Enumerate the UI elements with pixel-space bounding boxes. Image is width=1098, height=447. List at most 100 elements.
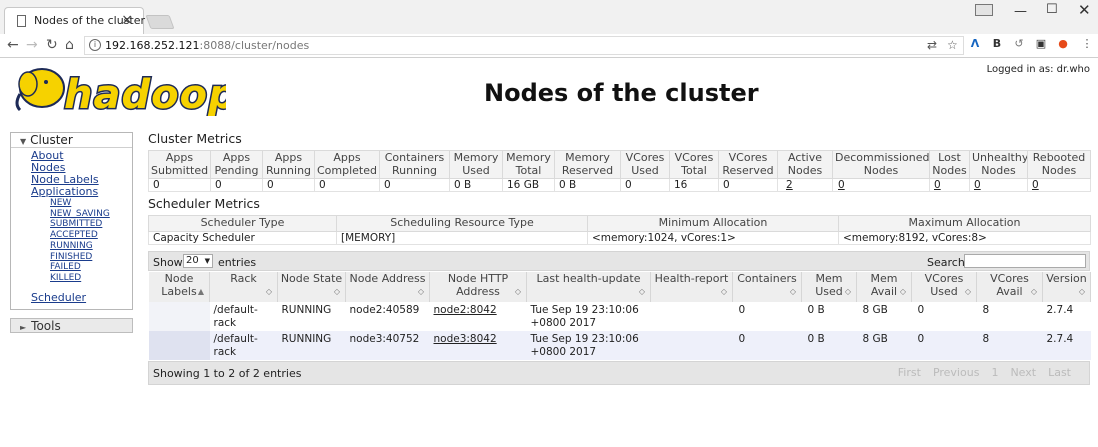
extension-a-icon[interactable]: Λ	[968, 37, 982, 51]
browser-toolbar: ← → ↻ ⌂ i 192.168.252.121:8088/cluster/n…	[0, 34, 1098, 58]
close-window-icon[interactable]: ✕	[1078, 1, 1091, 19]
table-cell	[148, 331, 210, 360]
sidebar-app-state-killed[interactable]: KILLED	[50, 273, 132, 284]
column-header-node-state[interactable]: Node State ◇	[277, 272, 346, 302]
page-size-select[interactable]: 20 ▼	[183, 254, 213, 268]
column-header-mem-used[interactable]: Mem Used ◇	[801, 272, 857, 302]
user-profile-icon[interactable]	[975, 4, 993, 16]
logo-wordmark: hadoop	[64, 72, 226, 116]
metric-value: 0 B	[449, 178, 503, 192]
sidebar-app-state-submitted[interactable]: SUBMITTED	[50, 219, 132, 230]
table-row: /default-rack RUNNING node3:40752 node3:804…	[148, 331, 1091, 360]
browser-menu-icon[interactable]: ⋮	[1080, 37, 1094, 51]
maximize-icon[interactable]: ☐	[1046, 2, 1058, 17]
translate-icon[interactable]: ⇄	[927, 38, 937, 52]
column-header-node-labels[interactable]: Node Labels ▲	[148, 272, 210, 302]
table-cell: 0	[911, 302, 977, 331]
pager-previous[interactable]: Previous	[933, 366, 980, 379]
sort-icon: ◇	[899, 286, 906, 296]
sort-icon: ◇	[1030, 286, 1037, 296]
new-tab-button[interactable]	[145, 15, 175, 29]
table-cell: 8 GB	[856, 331, 912, 360]
table-cell: 2.7.4	[1042, 302, 1091, 331]
sidebar-app-state-new-saving[interactable]: NEW_SAVING	[50, 209, 132, 220]
extension-fox-icon[interactable]: ●	[1056, 37, 1070, 51]
table-cell: Tue Sep 19 23:10:06 +0800 2017	[526, 331, 651, 360]
node-http-link[interactable]: node3:8042	[434, 333, 497, 345]
metric-value: 0	[1027, 178, 1091, 192]
column-header-version[interactable]: Version ◇	[1042, 272, 1091, 302]
metric-value-link[interactable]: 0	[934, 180, 941, 191]
scheduler-value: <memory:1024, vCores:1>	[587, 230, 839, 245]
column-header-vcores-avail[interactable]: VCores Avail ◇	[976, 272, 1043, 302]
metric-value-link[interactable]: 0	[1032, 180, 1039, 191]
column-header-health-report[interactable]: Health-report ◇	[650, 272, 733, 302]
pager-last[interactable]: Last	[1048, 366, 1071, 379]
metric-value: 2	[777, 178, 833, 192]
column-header-last-health-update[interactable]: Last health-update ◇	[526, 272, 651, 302]
node-http-link[interactable]: node2:8042	[434, 304, 497, 316]
close-tab-icon[interactable]: ×	[121, 12, 133, 28]
page-title: Nodes of the cluster	[484, 79, 759, 107]
pager-1[interactable]: 1	[991, 366, 998, 379]
metric-value-link[interactable]: 0	[838, 180, 845, 191]
column-header-node-http-address[interactable]: Node HTTP Address ◇	[429, 272, 527, 302]
metric-header: Unhealthy Nodes	[969, 150, 1028, 179]
bookmark-star-icon[interactable]: ☆	[947, 38, 958, 52]
sidebar-app-state-accepted[interactable]: ACCEPTED	[50, 230, 132, 241]
sidebar-link-applications[interactable]: Applications	[31, 186, 132, 198]
home-icon[interactable]: ⌂	[65, 37, 74, 53]
sidebar-link-scheduler[interactable]: Scheduler	[31, 291, 132, 304]
sort-icon: ◇	[417, 286, 424, 296]
table-cell	[650, 302, 733, 331]
sidebar-app-state-finished[interactable]: FINISHED	[50, 252, 132, 263]
table-cell: node3:40752	[345, 331, 430, 360]
sidebar-cluster-header[interactable]: ▼ Cluster	[11, 133, 132, 148]
scheduler-header: Maximum Allocation	[838, 215, 1091, 232]
forward-icon[interactable]: →	[26, 37, 38, 53]
column-header-node-address[interactable]: Node Address ◇	[345, 272, 430, 302]
metric-value: 0	[929, 178, 970, 192]
table-cell	[148, 302, 210, 331]
column-header-vcores-used[interactable]: VCores Used ◇	[911, 272, 977, 302]
triangle-right-icon: ►	[20, 323, 27, 332]
metric-value: 0	[314, 178, 380, 192]
metric-value: 0	[832, 178, 930, 192]
sidebar-app-state-new[interactable]: NEW	[50, 198, 132, 209]
metric-value-link[interactable]: 2	[786, 180, 793, 191]
info-icon[interactable]: i	[89, 39, 101, 51]
address-bar[interactable]: i 192.168.252.121:8088/cluster/nodes ⇄ ☆	[84, 36, 964, 55]
pager-first[interactable]: First	[898, 366, 921, 379]
cluster-metrics-table: Apps Submitted Apps Pending Apps Running Apps C…	[148, 150, 1091, 192]
pager-next[interactable]: Next	[1010, 366, 1036, 379]
column-header-rack[interactable]: Rack ◇	[209, 272, 278, 302]
sidebar-app-state-running[interactable]: RUNNING	[50, 241, 132, 252]
sidebar-app-state-failed[interactable]: FAILED	[50, 262, 132, 273]
table-cell: 8	[976, 302, 1043, 331]
metric-value: 0	[969, 178, 1028, 192]
table-cell: 0	[732, 302, 802, 331]
extension-b-icon[interactable]: B	[990, 37, 1004, 51]
extension-screen-icon[interactable]: ▣	[1034, 37, 1048, 51]
column-header-containers[interactable]: Containers ◇	[732, 272, 802, 302]
search-input[interactable]	[964, 254, 1086, 268]
sidebar-tools-header[interactable]: ► Tools	[10, 318, 133, 333]
metric-header: Lost Nodes	[929, 150, 970, 179]
metric-header: Decommissioned Nodes	[832, 150, 930, 179]
minimize-icon[interactable]: —	[1014, 4, 1027, 19]
reload-icon[interactable]: ↻	[46, 37, 58, 53]
back-icon[interactable]: ←	[7, 37, 19, 53]
hadoop-logo[interactable]: hadoop	[12, 64, 238, 120]
table-cell	[650, 331, 733, 360]
table-row: /default-rack RUNNING node2:40589 node2:804…	[148, 302, 1091, 331]
column-header-mem-avail[interactable]: Mem Avail ◇	[856, 272, 912, 302]
browser-tabstrip: Nodes of the cluster × — ☐ ✕	[0, 0, 1098, 34]
table-cell: node2:40589	[345, 302, 430, 331]
extension-history-icon[interactable]: ↺	[1012, 37, 1026, 51]
metric-header: Containers Running	[379, 150, 450, 179]
browser-tab[interactable]: Nodes of the cluster ×	[4, 7, 145, 34]
sort-icon: ◇	[964, 286, 971, 296]
metric-value-link[interactable]: 0	[974, 180, 981, 191]
url-text[interactable]: 192.168.252.121:8088/cluster/nodes	[105, 39, 309, 52]
search-label: Search:	[927, 256, 969, 269]
